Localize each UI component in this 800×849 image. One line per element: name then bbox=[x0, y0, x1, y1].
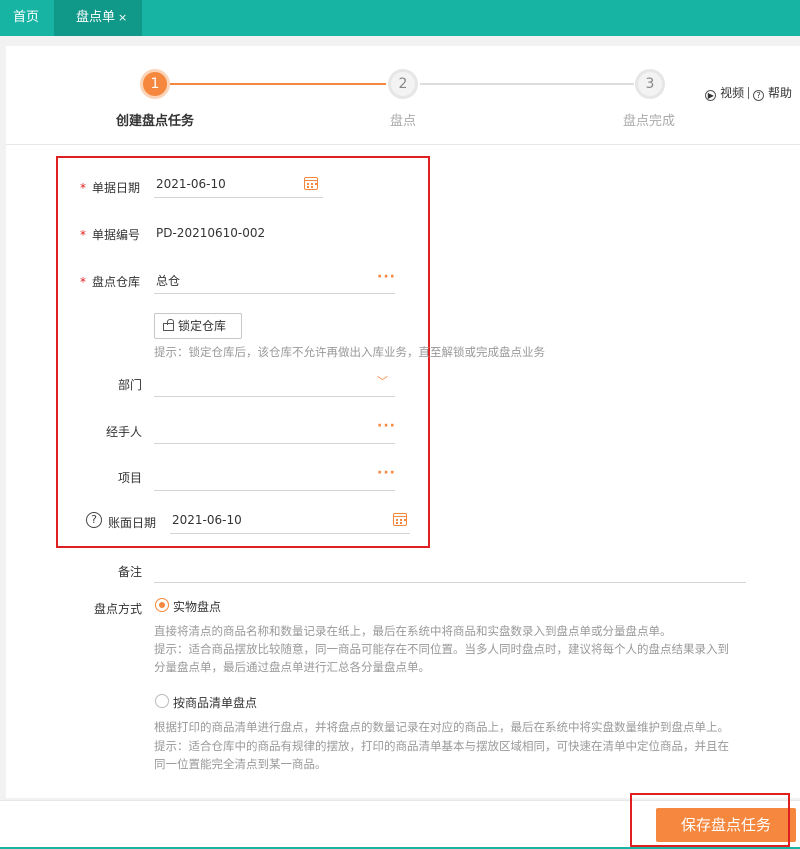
physical-count-tip-2: 分量盘点单，最后通过盘点单进行汇总各分量盘点单。 bbox=[154, 660, 430, 674]
required-mark: * bbox=[80, 228, 86, 242]
help-links: ▶ 视频? 帮助 bbox=[705, 84, 792, 101]
lock-warehouse-label: 锁定仓库 bbox=[178, 319, 227, 333]
video-link[interactable]: 视频 bbox=[720, 86, 744, 100]
divider bbox=[748, 87, 750, 99]
book-date-underline bbox=[170, 533, 410, 534]
list-count-desc: 根据打印的商品清单进行盘点，并将盘点的数量记录在对应的商品上，最后在系统中将实盘… bbox=[154, 720, 729, 734]
chevron-down-icon[interactable]: ﹀ bbox=[377, 373, 388, 389]
step-connector-2 bbox=[420, 83, 634, 85]
question-icon: ? bbox=[753, 90, 765, 101]
remark-underline bbox=[154, 582, 746, 583]
calendar-icon[interactable] bbox=[304, 177, 318, 190]
tab-stocktake[interactable]: 盘点单 × bbox=[54, 0, 142, 36]
project-label: 项目 bbox=[118, 471, 143, 485]
physical-count-desc: 直接将清点的商品名称和数量记录在纸上，最后在系统中将商品和实盘数录入到盘点单或分… bbox=[154, 624, 672, 638]
step-3-circle: 3 bbox=[635, 69, 665, 99]
more-icon[interactable]: ··· bbox=[377, 269, 396, 285]
tab-stocktake-label: 盘点单 bbox=[76, 10, 116, 25]
department-underline bbox=[154, 396, 395, 397]
doc-date-label: * 单据日期 bbox=[80, 181, 141, 195]
physical-count-tip-1: 提示：适合商品摆放比较随意，同一商品可能存在不同位置。当多人同时盘点时，建议将每… bbox=[154, 642, 729, 656]
warehouse-input[interactable]: 总仓 bbox=[156, 272, 180, 289]
top-tab-bar: 首页 盘点单 × bbox=[0, 0, 800, 36]
method-label: 盘点方式 bbox=[94, 602, 143, 616]
required-mark: * bbox=[80, 275, 86, 289]
radio-physical-count[interactable] bbox=[155, 598, 169, 612]
lock-warehouse-button[interactable]: 锁定仓库 bbox=[154, 313, 242, 339]
remark-label: 备注 bbox=[118, 565, 143, 579]
step-1-label: 创建盘点任务 bbox=[116, 114, 195, 129]
department-label: 部门 bbox=[118, 378, 143, 392]
required-mark: * bbox=[80, 181, 86, 195]
unlock-icon bbox=[163, 319, 174, 331]
highlight-box-save bbox=[630, 793, 790, 847]
help-link[interactable]: 帮助 bbox=[768, 86, 792, 100]
radio-physical-count-label[interactable]: 实物盘点 bbox=[173, 598, 221, 615]
step-3-label: 盘点完成 bbox=[623, 114, 676, 129]
doc-date-input[interactable]: 2021-06-10 bbox=[156, 177, 226, 191]
step-2-label: 盘点 bbox=[390, 114, 417, 129]
radio-list-count-label[interactable]: 按商品清单盘点 bbox=[173, 694, 257, 711]
book-date-label: 账面日期 bbox=[108, 516, 157, 530]
department-select[interactable] bbox=[156, 376, 366, 392]
remark-input[interactable] bbox=[156, 563, 736, 579]
handler-label: 经手人 bbox=[106, 425, 143, 439]
question-icon[interactable]: ? bbox=[86, 512, 102, 528]
warehouse-label: * 盘点仓库 bbox=[80, 275, 141, 289]
warehouse-underline bbox=[154, 293, 395, 294]
play-icon: ▶ bbox=[705, 90, 717, 101]
tab-home[interactable]: 首页 bbox=[0, 0, 52, 36]
doc-no-label: * 单据编号 bbox=[80, 228, 141, 242]
doc-date-underline bbox=[154, 197, 323, 198]
radio-list-count[interactable] bbox=[155, 694, 169, 708]
book-date-input[interactable]: 2021-06-10 bbox=[172, 513, 242, 527]
handler-underline bbox=[154, 443, 395, 444]
step-2-circle: 2 bbox=[388, 69, 418, 99]
project-underline bbox=[154, 490, 395, 491]
step-1-circle: 1 bbox=[140, 69, 170, 99]
lock-hint: 提示：锁定仓库后，该仓库不允许再做出入库业务，直至解锁或完成盘点业务 bbox=[154, 345, 545, 359]
doc-no-value: PD-20210610-002 bbox=[156, 226, 266, 240]
close-icon[interactable]: × bbox=[118, 11, 127, 24]
calendar-icon[interactable] bbox=[393, 513, 407, 526]
section-divider bbox=[6, 144, 800, 145]
more-icon[interactable]: ··· bbox=[377, 465, 396, 481]
list-count-tip-1: 提示：适合仓库中的商品有规律的摆放，打印的商品清单基本与摆放区域相同，可快速在清… bbox=[154, 739, 729, 753]
project-input[interactable] bbox=[156, 469, 366, 485]
step-connector-1 bbox=[170, 83, 386, 85]
handler-input[interactable] bbox=[156, 423, 366, 439]
more-icon[interactable]: ··· bbox=[377, 418, 396, 434]
list-count-tip-2: 同一位置能完全清点到某一商品。 bbox=[154, 757, 327, 771]
